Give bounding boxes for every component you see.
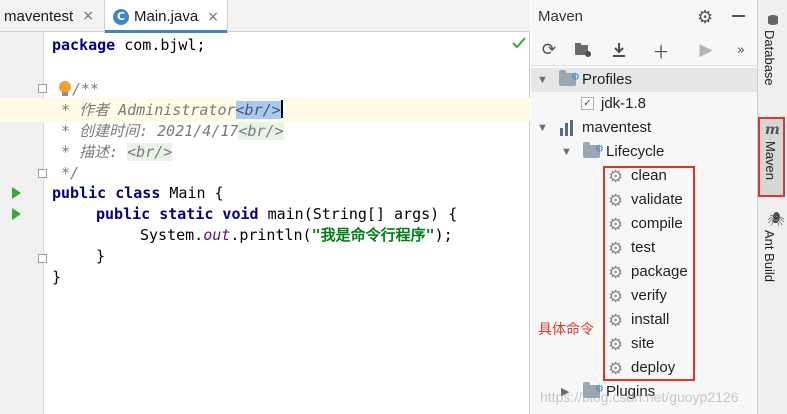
ant-icon: 🕷 <box>767 212 785 228</box>
code-area[interactable]: package com.bjwl; /** * 作者 Administrator… <box>0 32 530 414</box>
maven-toolbar: ⟳ ＋ ▶ » <box>531 34 757 66</box>
java-class-icon: C <box>113 8 129 25</box>
highlight-box <box>603 166 695 381</box>
minimize-icon[interactable] <box>732 15 745 17</box>
database-icon <box>768 15 778 25</box>
text-cursor <box>280 100 283 118</box>
maven-panel-header: Maven ⚙ <box>531 0 757 34</box>
chevron-down-icon[interactable]: ▼ <box>561 140 572 164</box>
folder-icon: ⚙ <box>559 70 580 86</box>
annotation-label: 具体命令 <box>538 322 594 338</box>
code-editor[interactable]: maventest × C Main.java × package com.bj… <box>0 0 530 414</box>
watermark: https://blog.csdn.net/guoyp2126 <box>540 389 739 405</box>
maven-project-icon <box>560 120 576 136</box>
download-icon[interactable] <box>607 38 631 62</box>
checkbox[interactable]: ✓ <box>581 97 594 110</box>
chevron-down-icon[interactable]: ▼ <box>537 68 548 92</box>
maven-icon: m <box>765 122 780 138</box>
tree-item-lifecycle[interactable]: ▼ ⚙ Lifecycle <box>531 140 757 164</box>
reload-icon[interactable]: ⟳ <box>537 38 561 62</box>
gear-icon[interactable]: ⚙ <box>697 7 713 28</box>
tool-maven-active[interactable]: m Maven <box>758 117 785 197</box>
add-icon[interactable]: ＋ <box>649 38 673 63</box>
code-line: package com.bjwl; <box>52 36 206 54</box>
more-icon[interactable]: » <box>729 38 753 62</box>
run-icon[interactable]: ▶ <box>694 38 718 62</box>
tool-database[interactable]: Database <box>762 30 777 86</box>
tree-item-project[interactable]: ▼ maventest <box>531 116 757 140</box>
code-line: } <box>52 268 62 286</box>
close-icon[interactable]: × <box>82 8 94 24</box>
tree-item-profile[interactable]: ✓ jdk-1.8 <box>531 92 757 116</box>
chevron-down-icon[interactable]: ▼ <box>537 116 548 140</box>
tab-maventest[interactable]: maventest × <box>4 0 94 32</box>
panel-title: Maven <box>538 8 584 25</box>
generate-sources-icon[interactable] <box>571 38 595 62</box>
tab-label: Main.java <box>134 8 199 25</box>
close-icon[interactable]: × <box>207 9 219 25</box>
tree-item-profiles[interactable]: ▼ ⚙ Profiles <box>531 68 757 92</box>
editor-tab-bar: maventest × C Main.java × <box>0 0 530 33</box>
tab-label: maventest <box>4 7 74 25</box>
tool-maven: Maven <box>763 141 778 181</box>
right-tool-stripe: Database 🕷 Ant Build <box>757 0 787 414</box>
tab-main-java[interactable]: C Main.java × <box>104 0 228 33</box>
tool-ant-build[interactable]: Ant Build <box>762 230 777 282</box>
folder-icon: ⚙ <box>583 142 604 158</box>
